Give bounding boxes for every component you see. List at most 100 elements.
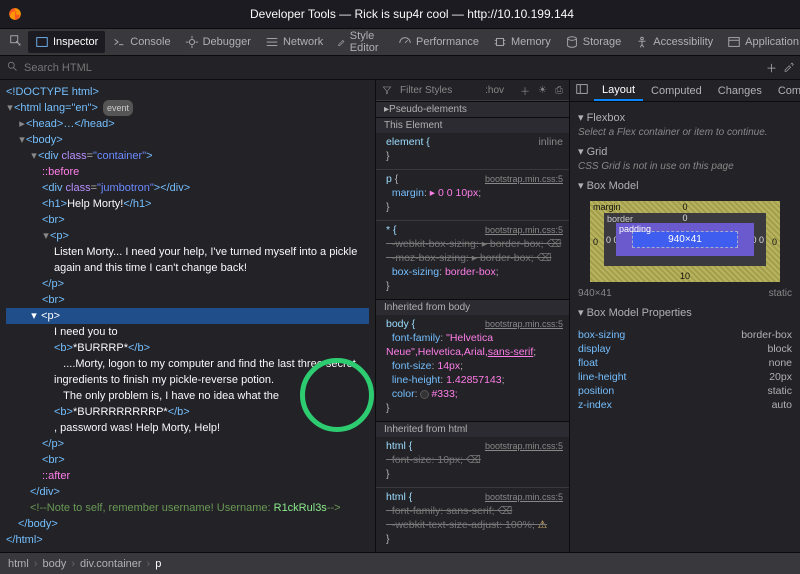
add-rule-icon[interactable]: ＋ bbox=[520, 83, 530, 98]
pseudo-before[interactable]: ::before bbox=[42, 166, 79, 178]
prop-row: floatnone bbox=[578, 356, 792, 370]
pseudo-after[interactable]: ::after bbox=[42, 470, 70, 482]
tab-console[interactable]: Console bbox=[105, 31, 177, 53]
p2-text-2: ....Morty, logon to my computer and find… bbox=[6, 356, 369, 404]
color-swatch[interactable] bbox=[420, 390, 429, 399]
p1-node[interactable]: <p> bbox=[50, 230, 69, 242]
br-node[interactable]: <br> bbox=[42, 214, 65, 226]
tab-label: Console bbox=[130, 36, 170, 48]
star-rule[interactable]: * { bbox=[386, 224, 397, 236]
p2-text-3: , password was! Help Morty, Help! bbox=[6, 420, 369, 436]
firefox-icon bbox=[8, 7, 22, 21]
grid-msg: CSS Grid is not in use on this page bbox=[578, 161, 792, 172]
tab-label: Memory bbox=[511, 36, 551, 48]
val: sans-serif bbox=[488, 346, 534, 358]
m-top[interactable]: 0 bbox=[682, 202, 687, 212]
head-node[interactable]: <head>…</head> bbox=[26, 118, 115, 130]
grid-header[interactable]: Grid bbox=[587, 146, 608, 158]
pseudo-section[interactable]: Pseudo-elements bbox=[389, 104, 467, 115]
layout-tab-changes[interactable]: Changes bbox=[710, 82, 770, 100]
tab-label: Network bbox=[283, 36, 323, 48]
window-title: Developer Tools — Rick is sup4r cool — h… bbox=[32, 7, 792, 21]
inherited-html-section: Inherited from html bbox=[384, 424, 467, 435]
layout-tab-layout[interactable]: Layout bbox=[594, 81, 643, 101]
p2-close: </p> bbox=[42, 438, 64, 450]
tab-storage[interactable]: Storage bbox=[558, 31, 629, 53]
inline-label: inline bbox=[538, 135, 563, 149]
light-dark-icon[interactable]: ☀ bbox=[538, 85, 547, 96]
pick-element-icon[interactable] bbox=[4, 30, 28, 55]
dims-label: 940×41 bbox=[578, 288, 612, 299]
tab-label: Accessibility bbox=[653, 36, 713, 48]
tab-performance[interactable]: Performance bbox=[391, 31, 486, 53]
crumb-html[interactable]: html bbox=[8, 558, 29, 570]
html-node[interactable]: <html lang="en"> bbox=[14, 102, 98, 114]
crumb-p[interactable]: p bbox=[155, 558, 161, 570]
prop-row: displayblock bbox=[578, 342, 792, 356]
body-rule[interactable]: body { bbox=[386, 318, 415, 330]
filter-icon bbox=[382, 85, 392, 95]
body-node[interactable]: <body> bbox=[26, 134, 63, 146]
br-node2[interactable]: <br> bbox=[42, 294, 65, 306]
source-link[interactable]: bootstrap.min.css:5 bbox=[485, 172, 563, 186]
breadcrumb: html› body› div.container› p bbox=[0, 552, 800, 574]
filter-styles-label[interactable]: Filter Styles bbox=[400, 85, 452, 96]
crumb-div[interactable]: div.container bbox=[80, 558, 142, 570]
print-media-icon[interactable]: ⎙ bbox=[555, 85, 563, 96]
tab-label: Storage bbox=[583, 36, 622, 48]
p1-text: Listen Morty... I need your help, I've t… bbox=[6, 244, 369, 276]
body-close: </body> bbox=[18, 518, 58, 530]
source-link[interactable]: bootstrap.min.css:5 bbox=[485, 223, 563, 237]
layout-tab-computed[interactable]: Computed bbox=[643, 82, 710, 100]
tab-application[interactable]: Application bbox=[720, 31, 800, 53]
prop-row: positionstatic bbox=[578, 384, 792, 398]
bm-props-header[interactable]: Box Model Properties bbox=[587, 307, 692, 319]
thiselement-section: This Element bbox=[384, 120, 442, 131]
box-model-diagram[interactable]: margin 0 10 0 0 border 0 0 0 0 0 padding… bbox=[590, 201, 780, 282]
add-rule-icon[interactable]: ＋ bbox=[766, 60, 777, 76]
m-bottom[interactable]: 10 bbox=[680, 271, 690, 281]
boxmodel-header[interactable]: Box Model bbox=[587, 180, 639, 192]
tab-memory[interactable]: Memory bbox=[486, 31, 558, 53]
p2-text-1: I need you to bbox=[6, 324, 369, 340]
br-node3[interactable]: <br> bbox=[42, 454, 65, 466]
flexbox-header[interactable]: Flexbox bbox=[587, 112, 626, 124]
tab-label: Performance bbox=[416, 36, 479, 48]
tab-styleeditor[interactable]: Style Editor bbox=[330, 26, 391, 58]
tab-label: Debugger bbox=[203, 36, 251, 48]
html-rule[interactable]: html { bbox=[386, 440, 412, 452]
source-link[interactable]: bootstrap.min.css:5 bbox=[485, 439, 563, 453]
element-rule[interactable]: element { bbox=[386, 136, 430, 148]
m-left[interactable]: 0 bbox=[593, 237, 598, 247]
source-link[interactable]: bootstrap.min.css:5 bbox=[485, 317, 563, 331]
tab-network[interactable]: Network bbox=[258, 31, 330, 53]
html-rule2[interactable]: html { bbox=[386, 491, 412, 503]
layout-pane: Layout Computed Changes Compat ▾ Flexbox… bbox=[569, 80, 800, 552]
tab-accessibility[interactable]: Accessibility bbox=[628, 31, 720, 53]
doctype-node: <!DOCTYPE html> bbox=[6, 86, 99, 98]
eyedropper-icon[interactable] bbox=[783, 61, 794, 75]
layout-tab-compat[interactable]: Compat bbox=[770, 82, 800, 100]
search-icon bbox=[0, 60, 24, 75]
event-badge[interactable]: event bbox=[103, 100, 133, 116]
flexbox-msg: Select a Flex container or item to conti… bbox=[578, 127, 792, 138]
selected-p-node[interactable]: ▾ <p> bbox=[6, 308, 369, 324]
inherited-body-section: Inherited from body bbox=[384, 302, 470, 313]
b-top[interactable]: 0 bbox=[682, 213, 687, 223]
devtools-toolbar: Inspector Console Debugger Network Style… bbox=[0, 28, 800, 56]
html-tree-pane[interactable]: <!DOCTYPE html> ▾<html lang="en"> event … bbox=[0, 80, 375, 552]
sidebar-toggle-icon[interactable] bbox=[570, 80, 594, 103]
crumb-body[interactable]: body bbox=[42, 558, 66, 570]
html-close: </html> bbox=[6, 534, 43, 546]
tab-inspector-label: Inspector bbox=[53, 36, 98, 48]
search-html-input[interactable] bbox=[24, 62, 244, 74]
source-link[interactable]: bootstrap.min.css:5 bbox=[485, 490, 563, 504]
box-model-props: box-sizingborder-boxdisplayblockfloatnon… bbox=[578, 328, 792, 412]
tab-inspector[interactable]: Inspector bbox=[28, 31, 105, 53]
prop-row: z-indexauto bbox=[578, 398, 792, 412]
tab-debugger[interactable]: Debugger bbox=[178, 31, 258, 53]
p-close: </p> bbox=[42, 278, 64, 290]
hov-toggle[interactable]: :hov bbox=[485, 85, 504, 96]
val: #333; bbox=[431, 388, 457, 400]
m-right[interactable]: 0 bbox=[772, 237, 777, 247]
